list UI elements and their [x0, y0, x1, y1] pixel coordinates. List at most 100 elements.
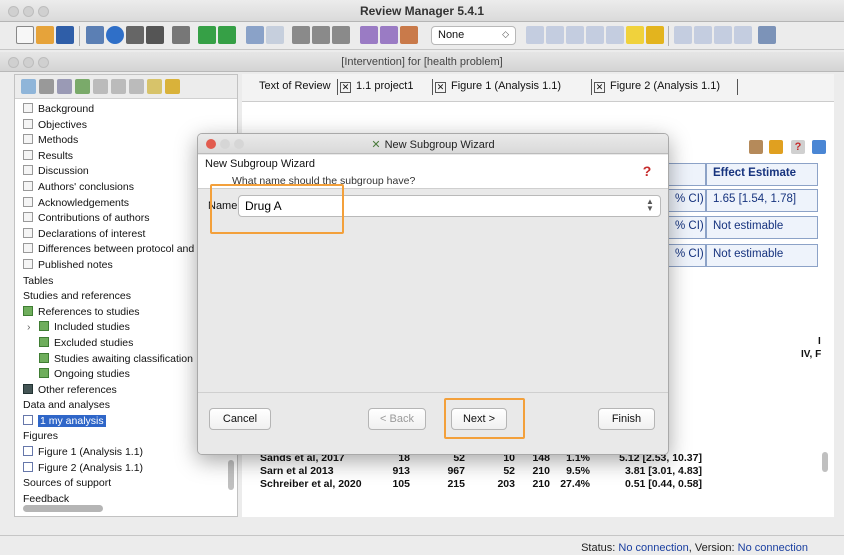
- save-icon[interactable]: [56, 26, 74, 44]
- wizard-back-icon[interactable]: [126, 26, 144, 44]
- tree-item-label: Other references: [38, 383, 117, 396]
- tree-item[interactable]: Figure 2 (Analysis 1.1): [15, 461, 237, 477]
- section-document-icon: [23, 243, 33, 254]
- study-weight-cell: 9.5%: [566, 465, 590, 477]
- name-input-spinner-icon[interactable]: ▲ ▼: [646, 198, 654, 213]
- insert-menu-icon[interactable]: [758, 26, 776, 44]
- bookmark-icon[interactable]: [400, 26, 418, 44]
- tree-item[interactable]: Objectives: [15, 118, 237, 134]
- new-file-icon[interactable]: [16, 26, 34, 44]
- bullet-list-icon[interactable]: [674, 26, 692, 44]
- figure-settings-icon[interactable]: [812, 140, 826, 154]
- edit-pencil-icon[interactable]: [749, 140, 763, 154]
- spellcheck-icon[interactable]: [360, 26, 378, 44]
- add-note-icon[interactable]: [769, 140, 783, 154]
- effect-estimate-value[interactable]: Not estimable: [706, 216, 818, 239]
- arrow-left-icon[interactable]: [198, 26, 216, 44]
- name-field-highlight: [210, 184, 344, 234]
- properties-icon[interactable]: [39, 79, 54, 94]
- copy-icon[interactable]: [312, 26, 330, 44]
- cut-icon[interactable]: [292, 26, 310, 44]
- arrow-right-icon[interactable]: [218, 26, 236, 44]
- study-name-cell: Sarn et al 2013: [260, 465, 334, 477]
- finish-button[interactable]: Finish: [598, 408, 655, 430]
- cancel-button[interactable]: Cancel: [209, 408, 271, 430]
- study-row[interactable]: Sarn et al 2013 913 967 52 210 9.5% 3.81 [3.01…: [260, 465, 705, 478]
- tab-item-1[interactable]: ✕ 1.1 project1: [340, 80, 413, 93]
- study-row[interactable]: Schreiber et al, 2020 105 215 203 210 27.4% 0.…: [260, 478, 705, 491]
- text-color-icon[interactable]: [646, 26, 664, 44]
- chevron-right-icon[interactable]: ›: [27, 320, 31, 336]
- section-document-icon: [23, 196, 33, 207]
- tree-item-label: Declarations of interest: [38, 227, 146, 240]
- close-tab-icon[interactable]: ✕: [340, 82, 351, 93]
- tree-item-label: References to studies: [38, 305, 140, 318]
- indent-icon[interactable]: [734, 26, 752, 44]
- dialog-title: ✕ New Subgroup Wizard: [371, 139, 495, 151]
- move-up-icon[interactable]: [111, 79, 126, 94]
- tree-item-label: Discussion: [38, 165, 89, 178]
- analysis-vertical-scrollbar[interactable]: [822, 452, 828, 472]
- status-text: Status: No connection, Version: No conne…: [581, 542, 808, 554]
- back-button[interactable]: < Back: [368, 408, 426, 430]
- studies-group-icon: [23, 305, 33, 316]
- add-note-menu-icon[interactable]: [165, 79, 180, 94]
- globe-icon[interactable]: [106, 26, 124, 44]
- move-down-icon[interactable]: [129, 79, 144, 94]
- open-folder-icon[interactable]: [36, 26, 54, 44]
- tab-text-of-review[interactable]: Text of Review: [259, 80, 331, 92]
- collapse-icon[interactable]: [93, 79, 108, 94]
- section-document-icon: [23, 149, 33, 160]
- tree-item-label: Published notes: [38, 258, 113, 271]
- dialog-footer: Cancel < Back Next > Finish: [198, 392, 668, 454]
- edit-icon[interactable]: [75, 79, 90, 94]
- spellcheck-all-icon[interactable]: [380, 26, 398, 44]
- section-document-icon: [23, 118, 33, 129]
- tree-item[interactable]: Background: [15, 102, 237, 118]
- highlight-icon[interactable]: [626, 26, 644, 44]
- undo-icon[interactable]: [246, 26, 264, 44]
- section-document-icon: [23, 227, 33, 238]
- wizard-forward-icon[interactable]: [146, 26, 164, 44]
- tab-item-3[interactable]: ✕ Figure 2 (Analysis 1.1): [594, 80, 720, 93]
- studies-group-icon: [39, 368, 49, 379]
- close-tab-icon[interactable]: ✕: [435, 82, 446, 93]
- find-icon[interactable]: [57, 79, 72, 94]
- outline-vertical-scrollbar[interactable]: [228, 460, 234, 490]
- iv-header: IV, F: [801, 349, 822, 360]
- outdent-icon[interactable]: [714, 26, 732, 44]
- study-c-cell: 203: [497, 478, 515, 490]
- outline-horizontal-scrollbar[interactable]: [23, 505, 103, 512]
- dialog-heading: New Subgroup Wizard: [205, 158, 316, 170]
- figure-chart-icon: [23, 446, 33, 457]
- help-icon[interactable]: ?: [791, 140, 805, 154]
- tree-item[interactable]: Sources of support: [15, 476, 237, 492]
- dialog-help-icon[interactable]: ?: [640, 163, 654, 179]
- print-icon[interactable]: [172, 26, 190, 44]
- underline-icon[interactable]: [566, 26, 584, 44]
- section-document-icon: [23, 212, 33, 223]
- bold-icon[interactable]: [526, 26, 544, 44]
- tab-item-2[interactable]: ✕ Figure 1 (Analysis 1.1): [435, 80, 561, 93]
- numbered-list-icon[interactable]: [694, 26, 712, 44]
- close-tab-icon[interactable]: ✕: [594, 82, 605, 93]
- section-document-icon: [23, 165, 33, 176]
- paragraph-style-select[interactable]: None ◇: [431, 26, 516, 45]
- redo-icon[interactable]: [266, 26, 284, 44]
- effect-estimate-value[interactable]: 1.65 [1.54, 1.78]: [706, 189, 818, 212]
- paste-icon[interactable]: [332, 26, 350, 44]
- home-icon[interactable]: [86, 26, 104, 44]
- note-icon[interactable]: [147, 79, 162, 94]
- subscript-icon[interactable]: [606, 26, 624, 44]
- tree-item-label: Authors' conclusions: [38, 180, 134, 193]
- tree-item-label: Feedback: [23, 492, 70, 505]
- superscript-icon[interactable]: [586, 26, 604, 44]
- tree-item-label: Figure 1 (Analysis 1.1): [38, 446, 144, 459]
- tree-item-label: Tables: [23, 274, 54, 287]
- add-item-icon[interactable]: [21, 79, 36, 94]
- italic-icon[interactable]: [546, 26, 564, 44]
- tab-label: Text of Review: [259, 80, 331, 92]
- tree-item-label: Differences between protocol and: [38, 243, 195, 256]
- effect-estimate-value[interactable]: Not estimable: [706, 244, 818, 267]
- main-toolbar: None ◇: [0, 22, 844, 50]
